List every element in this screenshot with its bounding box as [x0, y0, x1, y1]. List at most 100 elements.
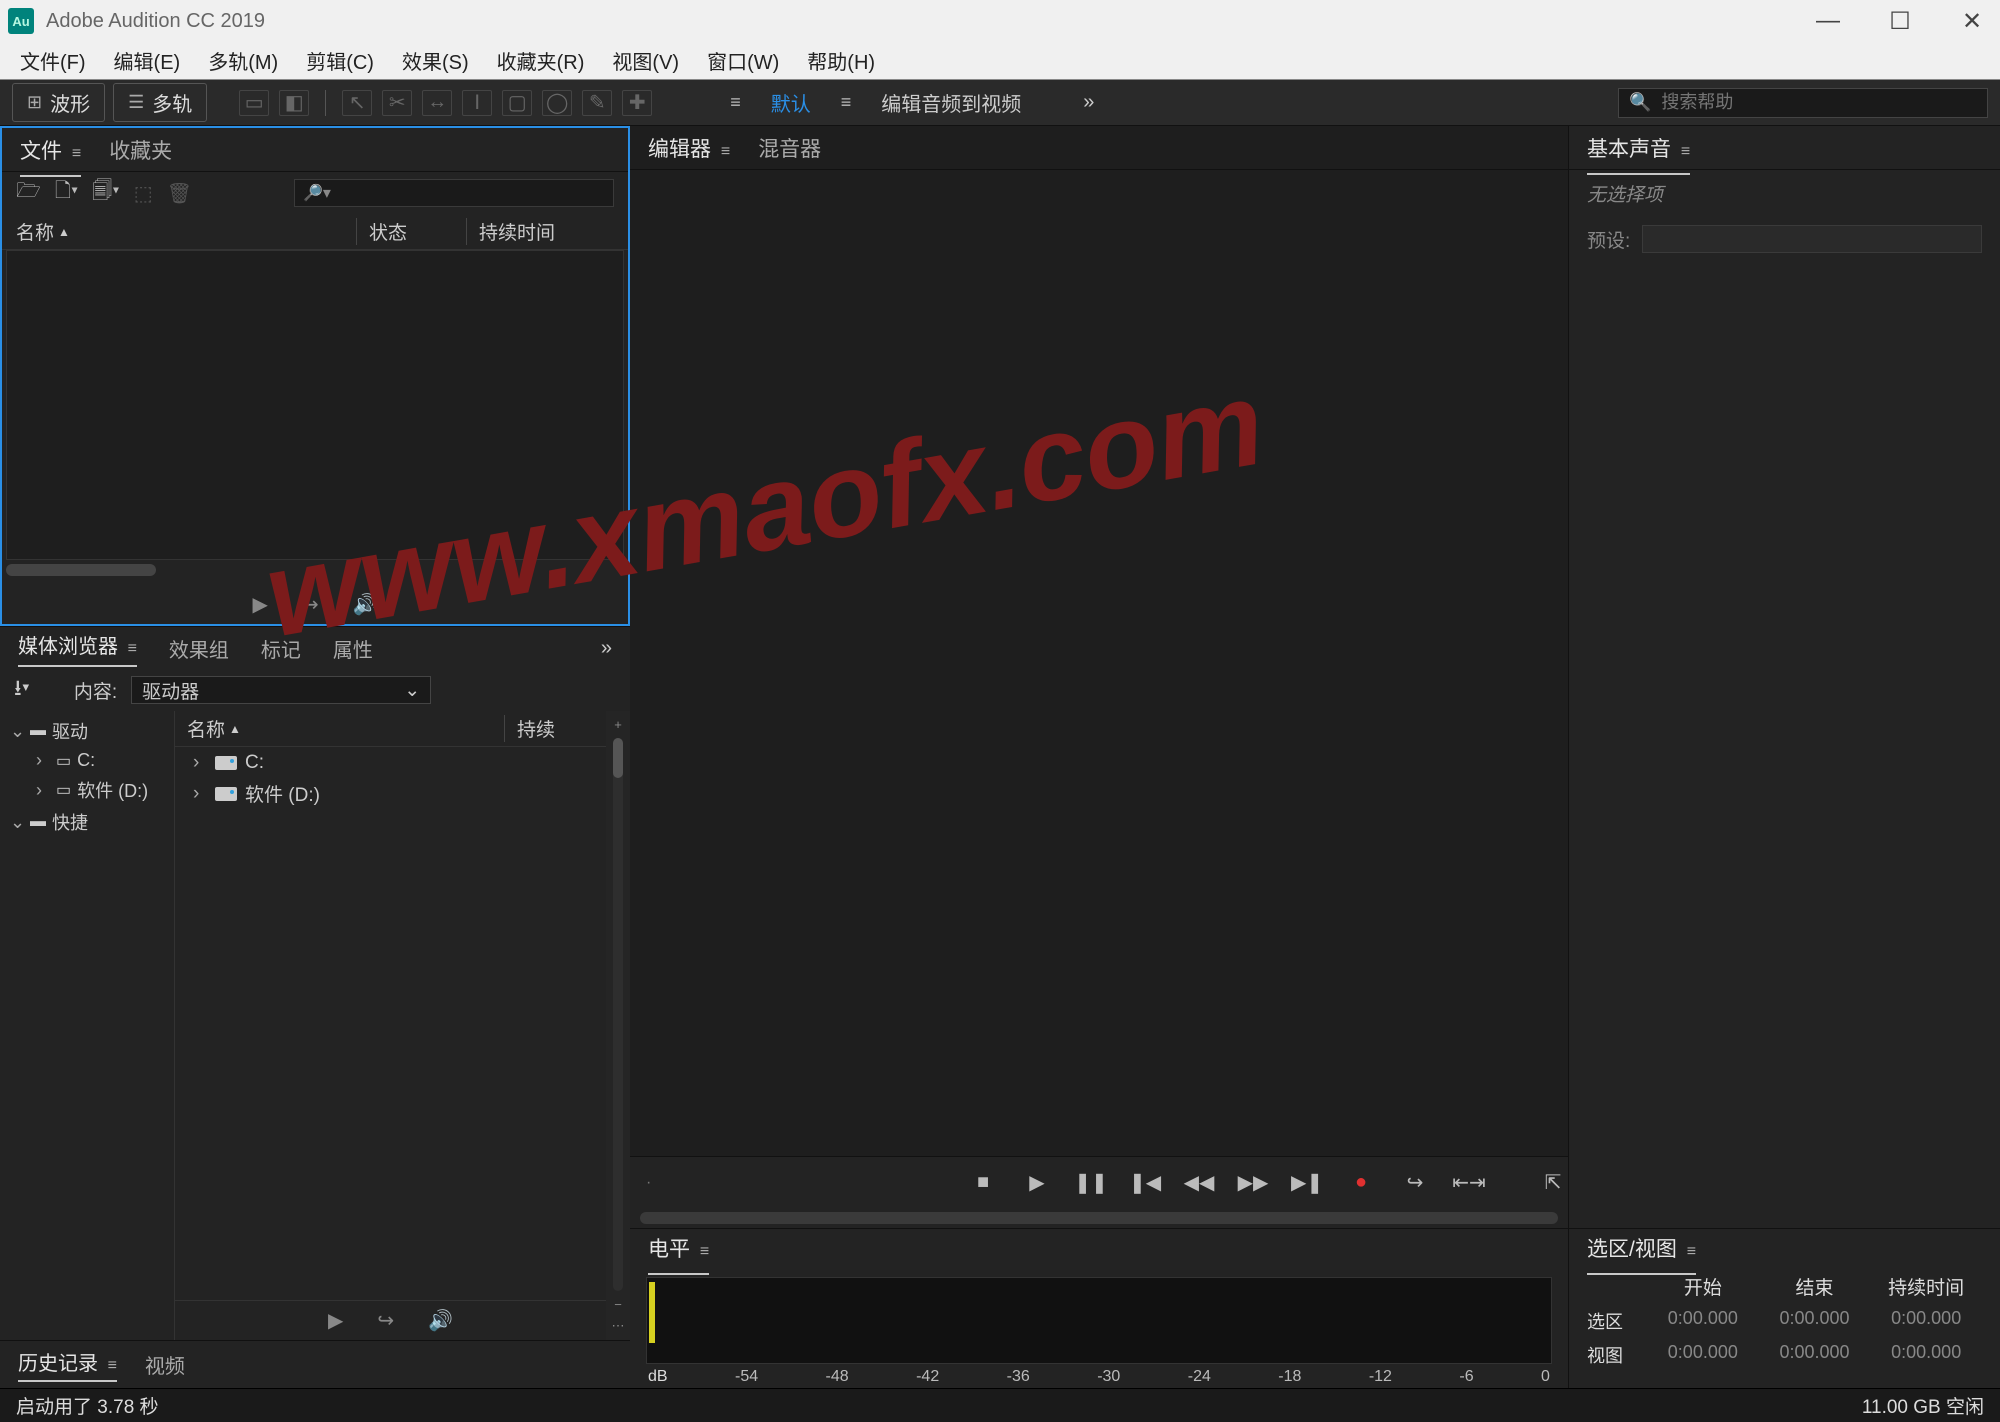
- col-duration[interactable]: 持续时间: [466, 218, 555, 245]
- menu-edit[interactable]: 编辑(E): [100, 42, 195, 79]
- lasso-icon[interactable]: ◯: [542, 90, 572, 116]
- download-icon[interactable]: ⭳▾: [14, 671, 30, 709]
- more-icon[interactable]: ⋯: [612, 1318, 625, 1334]
- search-help-input[interactable]: [1661, 92, 1977, 113]
- tab-video[interactable]: 视频: [145, 1350, 185, 1379]
- plus-icon[interactable]: +: [614, 717, 622, 732]
- autoplay-icon[interactable]: 🔊: [353, 592, 378, 617]
- media-col-name[interactable]: 名称▲: [187, 715, 504, 742]
- panel-menu-icon[interactable]: ≡: [1687, 1243, 1696, 1260]
- selection-duration[interactable]: 0:00.000: [1870, 1308, 1982, 1334]
- panel-menu-icon[interactable]: ≡: [721, 143, 730, 160]
- record-button[interactable]: ●: [1346, 1168, 1376, 1198]
- close-file-icon[interactable]: ⬚: [134, 181, 153, 206]
- waveform-mode-button[interactable]: ⊞ 波形: [12, 83, 105, 122]
- tab-markers[interactable]: 标记: [261, 634, 301, 663]
- workspace-menu-icon[interactable]: ≡: [730, 92, 741, 113]
- view-end[interactable]: 0:00.000: [1759, 1342, 1871, 1368]
- tab-levels[interactable]: 电平 ≡: [648, 1225, 709, 1271]
- menu-favorites[interactable]: 收藏夹(R): [483, 42, 599, 79]
- hud-icon[interactable]: ▭: [239, 90, 269, 116]
- play-button[interactable]: ▶: [1022, 1168, 1052, 1198]
- tab-properties[interactable]: 属性: [333, 634, 373, 663]
- workspace-default[interactable]: 默认: [771, 88, 811, 117]
- tab-history[interactable]: 历史记录 ≡: [18, 1347, 117, 1382]
- tab-editor[interactable]: 编辑器 ≡: [648, 125, 730, 171]
- files-search[interactable]: 🔎▾: [294, 179, 614, 207]
- menu-file[interactable]: 文件(F): [6, 42, 100, 79]
- menu-multitrack[interactable]: 多轨(M): [194, 42, 292, 79]
- spectral-icon[interactable]: ◧: [279, 90, 309, 116]
- media-vscroll[interactable]: + − ⋯: [606, 711, 630, 1340]
- brush-icon[interactable]: ✎: [582, 90, 612, 116]
- panel-menu-icon[interactable]: ≡: [108, 1357, 117, 1374]
- zoom-tool-icon[interactable]: ⇱: [1538, 1168, 1568, 1198]
- workspace-menu-icon-2[interactable]: ≡: [841, 92, 852, 113]
- tree-drives[interactable]: ⌄▬驱动: [0, 715, 174, 747]
- editor-canvas[interactable]: [630, 170, 1568, 1156]
- panel-menu-icon[interactable]: ≡: [700, 1243, 709, 1260]
- tab-selection-view[interactable]: 选区/视图 ≡: [1587, 1225, 1696, 1271]
- tab-files[interactable]: 文件 ≡: [20, 127, 81, 173]
- media-tabs-overflow-icon[interactable]: »: [601, 637, 612, 660]
- play-icon[interactable]: ▶: [252, 592, 267, 617]
- move-tool-icon[interactable]: ↖: [342, 90, 372, 116]
- menu-clip[interactable]: 剪辑(C): [292, 42, 388, 79]
- files-hscroll[interactable]: [6, 564, 624, 580]
- stop-button[interactable]: ■: [968, 1168, 998, 1198]
- menu-effects[interactable]: 效果(S): [388, 42, 483, 79]
- list-item-drive-c[interactable]: ›C:: [175, 749, 606, 777]
- tab-effects-rack[interactable]: 效果组: [169, 634, 229, 663]
- search-help-box[interactable]: 🔍: [1618, 88, 1988, 118]
- marquee-icon[interactable]: ▢: [502, 90, 532, 116]
- view-duration[interactable]: 0:00.000: [1870, 1342, 1982, 1368]
- skip-selection-button[interactable]: ⇤⇥: [1454, 1168, 1484, 1198]
- open-file-icon[interactable]: 🗁: [16, 176, 41, 210]
- minimize-button[interactable]: —: [1808, 7, 1848, 35]
- tab-favorites[interactable]: 收藏夹: [109, 127, 172, 173]
- go-to-start-button[interactable]: ❚◀: [1130, 1168, 1160, 1198]
- loop-icon[interactable]: ↪: [377, 1308, 394, 1333]
- loop-playback-button[interactable]: ↪: [1400, 1168, 1430, 1198]
- list-item-drive-d[interactable]: ›软件 (D:): [175, 777, 606, 810]
- selection-end[interactable]: 0:00.000: [1759, 1308, 1871, 1334]
- fast-forward-button[interactable]: ▶▶: [1238, 1168, 1268, 1198]
- slip-tool-icon[interactable]: ↔: [422, 90, 452, 116]
- selection-start[interactable]: 0:00.000: [1647, 1308, 1759, 1334]
- col-status[interactable]: 状态: [356, 218, 466, 245]
- play-icon[interactable]: ▶: [328, 1308, 343, 1333]
- panel-menu-icon[interactable]: ≡: [1681, 143, 1690, 160]
- time-select-icon[interactable]: Ⅰ: [462, 90, 492, 116]
- pause-button[interactable]: ❚❚: [1076, 1168, 1106, 1198]
- view-start[interactable]: 0:00.000: [1647, 1342, 1759, 1368]
- razor-tool-icon[interactable]: ✂: [382, 90, 412, 116]
- tab-essential-sound[interactable]: 基本声音 ≡: [1587, 125, 1690, 171]
- media-col-duration[interactable]: 持续: [504, 715, 594, 742]
- tree-drive-d[interactable]: ›▭软件 (D:): [0, 774, 174, 806]
- preset-select[interactable]: [1642, 225, 1982, 253]
- editor-hscroll[interactable]: [630, 1208, 1568, 1228]
- panel-menu-icon[interactable]: ≡: [128, 640, 137, 657]
- menu-view[interactable]: 视图(V): [598, 42, 693, 79]
- new-file-icon[interactable]: 🗋▾: [55, 176, 78, 210]
- tree-shortcuts[interactable]: ⌄▬快捷: [0, 806, 174, 838]
- workspace-edit-audio-to-video[interactable]: 编辑音频到视频: [881, 88, 1021, 117]
- panel-menu-icon[interactable]: ≡: [72, 145, 81, 162]
- tab-media-browser[interactable]: 媒体浏览器 ≡: [18, 630, 137, 667]
- menu-window[interactable]: 窗口(W): [693, 42, 793, 79]
- tree-drive-c[interactable]: ›▭C:: [0, 747, 174, 774]
- autoplay-icon[interactable]: 🔊: [428, 1308, 453, 1333]
- heal-icon[interactable]: ✚: [622, 90, 652, 116]
- close-button[interactable]: ✕: [1952, 7, 1992, 36]
- tab-mixer[interactable]: 混音器: [758, 125, 821, 171]
- import-icon[interactable]: 🗐▾: [92, 176, 119, 210]
- menu-help[interactable]: 帮助(H): [793, 42, 889, 79]
- maximize-button[interactable]: ☐: [1880, 7, 1920, 36]
- content-select[interactable]: 驱动器 ⌄: [131, 676, 431, 704]
- multitrack-mode-button[interactable]: ☰ 多轨: [113, 83, 207, 122]
- go-to-end-button[interactable]: ▶❚: [1292, 1168, 1322, 1198]
- rewind-button[interactable]: ◀◀: [1184, 1168, 1214, 1198]
- delete-icon[interactable]: 🗑: [167, 181, 192, 206]
- loop-icon[interactable]: ↪: [302, 592, 319, 617]
- col-name[interactable]: 名称▲: [16, 218, 356, 245]
